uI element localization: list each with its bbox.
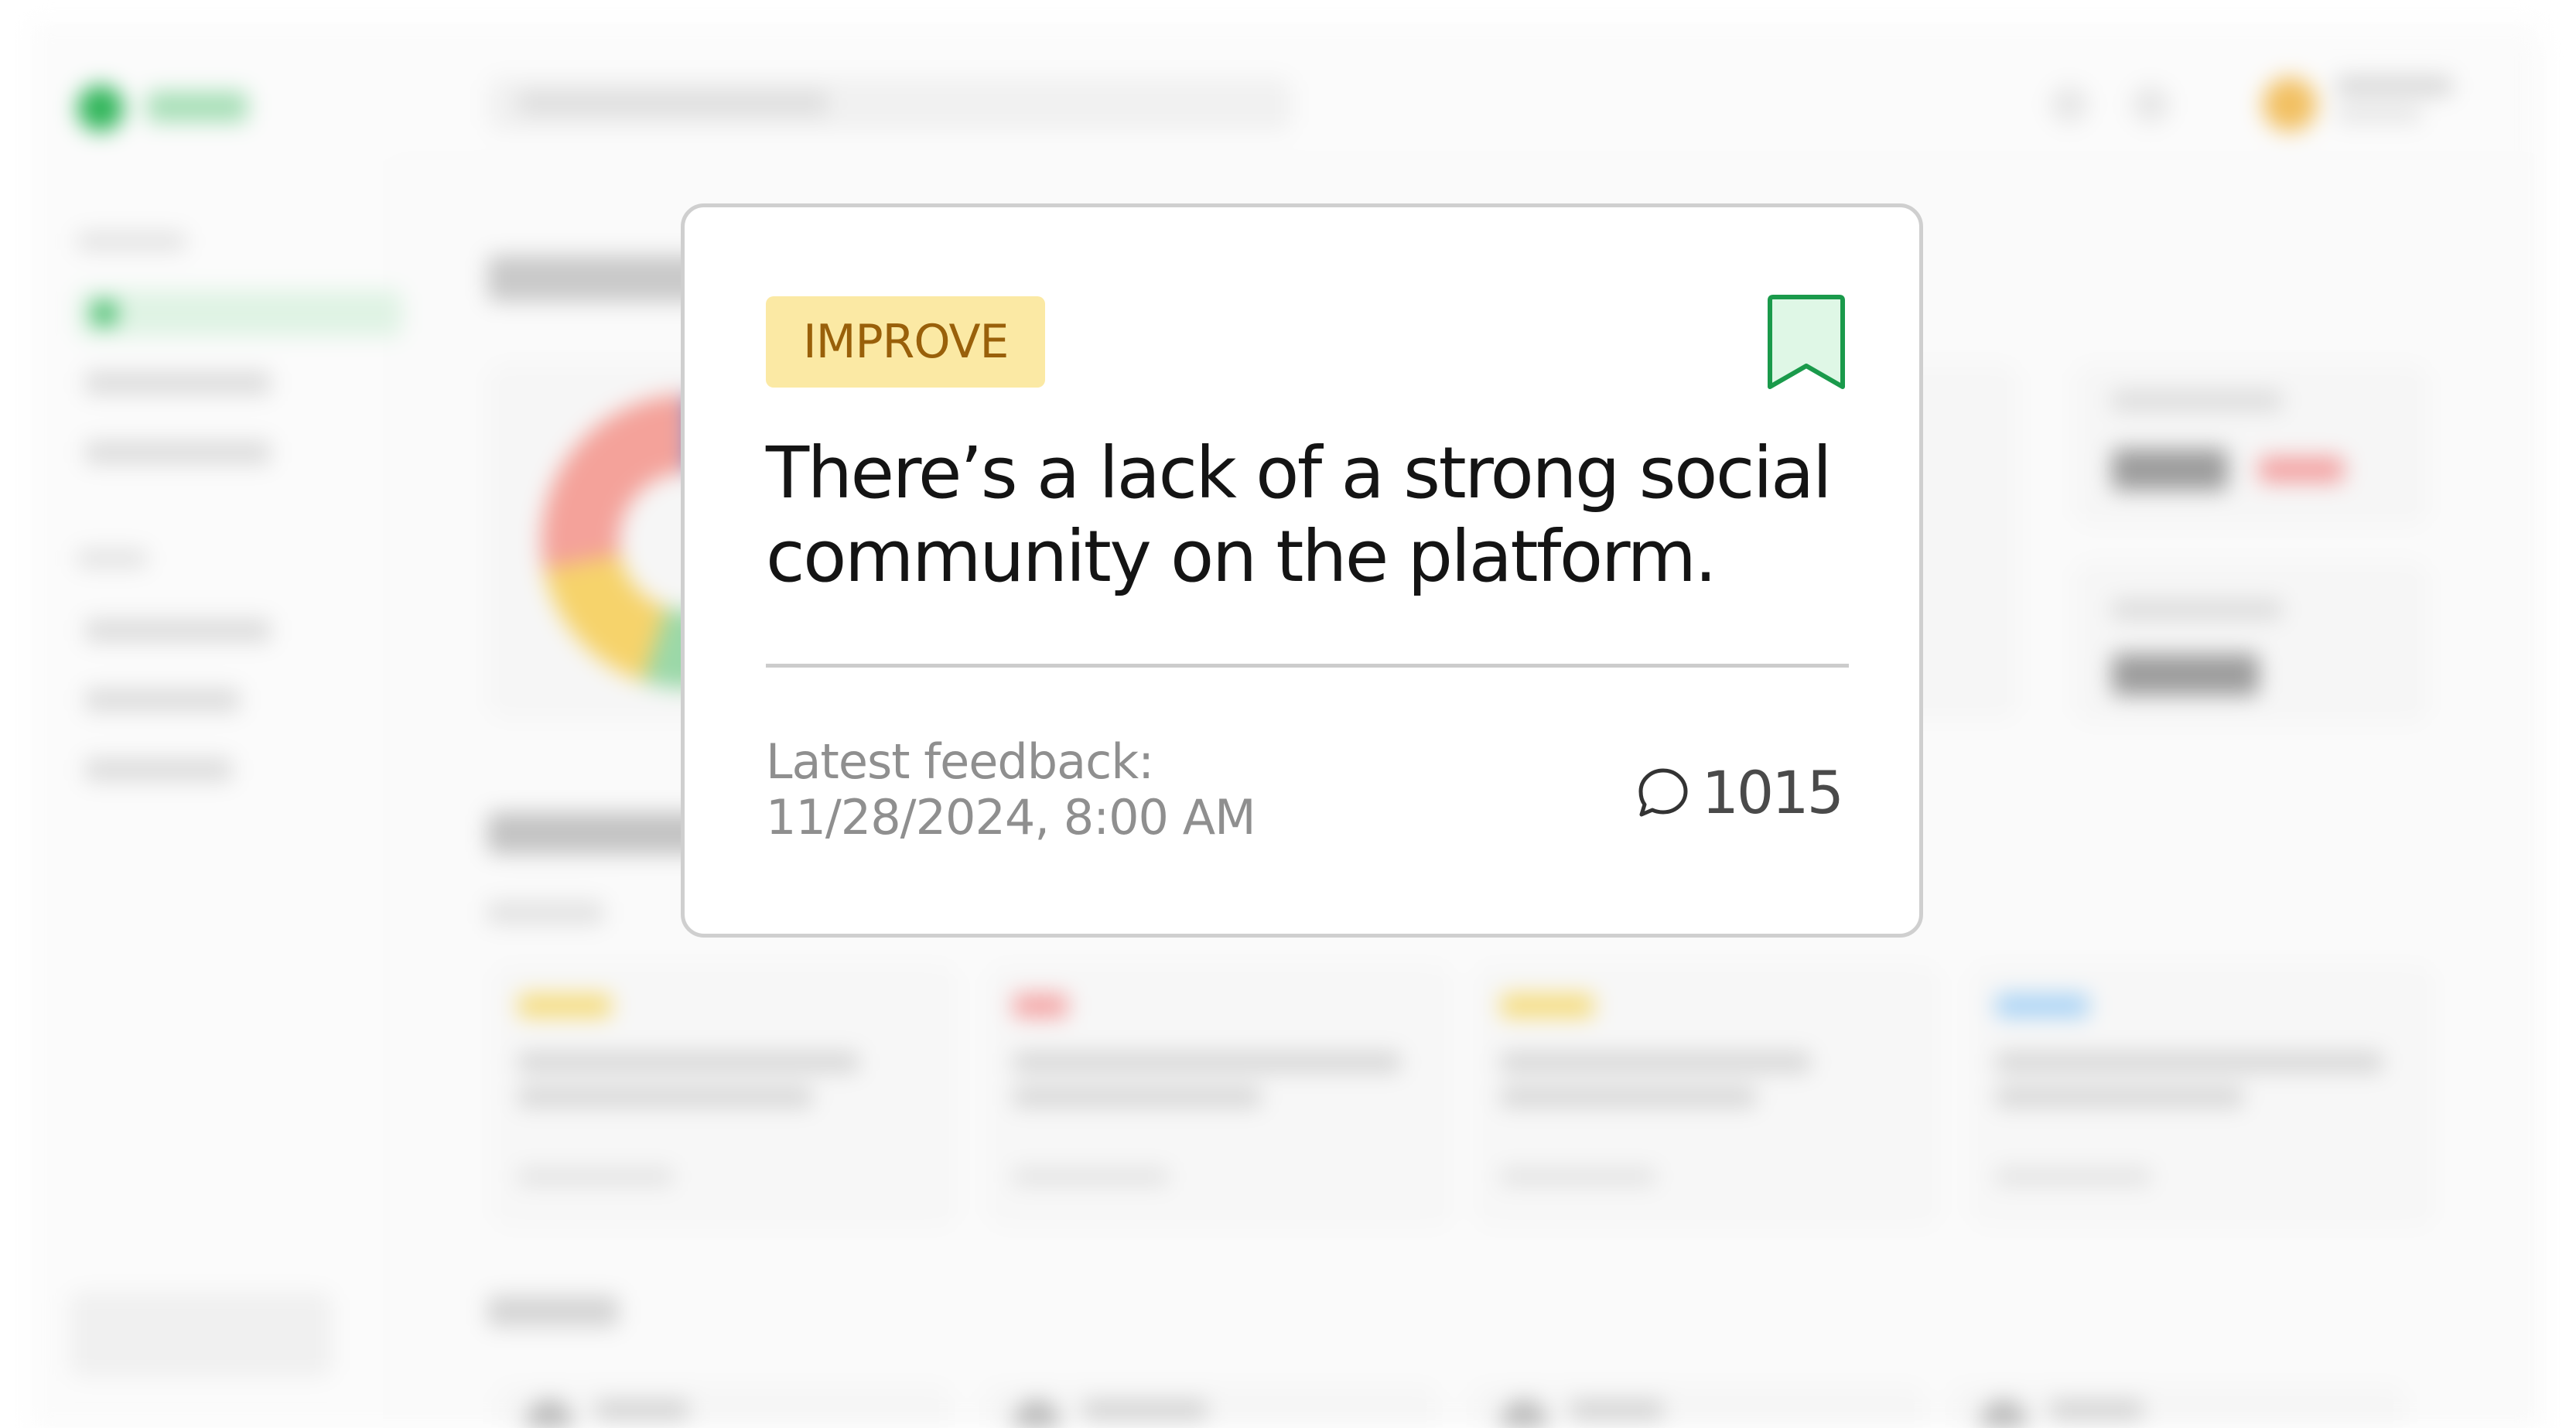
sidebar-active-icon: [93, 302, 116, 325]
insight-footer: [1013, 1168, 1168, 1185]
sidebar-item: [85, 441, 271, 464]
notification-icon: [2050, 85, 2089, 124]
insight-title: [1996, 1087, 2243, 1107]
insight-title: There’s a lack of a strong social commun…: [766, 432, 1832, 598]
category-tag: IMPROVE: [766, 296, 1046, 388]
stat-card: [2073, 561, 2429, 723]
person-name: [1083, 1400, 1207, 1420]
insight-title: [1996, 1052, 2383, 1072]
people-section-title: [487, 1296, 619, 1327]
sidebar-item: [85, 371, 271, 395]
app-logo-text: [147, 91, 248, 122]
sidebar-account-box: [70, 1292, 333, 1377]
insight-tag: [1501, 994, 1594, 1017]
divider: [766, 664, 1849, 668]
stat-label: [2112, 391, 2282, 411]
insight-title: [1013, 1052, 1400, 1072]
search-placeholder: [518, 91, 828, 114]
sidebar-item: [85, 688, 240, 712]
app-logo-icon: [77, 85, 124, 132]
latest-feedback-label: Latest feedback:: [766, 733, 1154, 790]
insight-tag: [1013, 994, 1068, 1017]
stat-value: [2112, 654, 2259, 695]
insight-tag: [518, 994, 611, 1017]
comment-count-value: 1015: [1701, 758, 1844, 827]
insight-tag: [1996, 994, 2089, 1017]
stat-change-badge: [2259, 456, 2344, 483]
insight-footer: [1501, 1168, 1655, 1185]
settings-icon: [2131, 85, 2170, 124]
comment-count[interactable]: 1015: [1635, 758, 1844, 827]
insight-title: [518, 1087, 812, 1107]
user-avatar: [2263, 77, 2317, 132]
latest-feedback-timestamp: 11/28/2024, 8:00 AM: [766, 789, 1256, 846]
bookmark-icon[interactable]: [1764, 292, 1849, 393]
stat-card: [2073, 364, 2429, 526]
sidebar-section-heading: [77, 549, 147, 568]
stat-label: [2112, 600, 2282, 620]
sidebar-section-heading: [77, 232, 186, 251]
user-name: [2336, 76, 2452, 96]
person-name: [1570, 1400, 1663, 1420]
sidebar-item: [85, 619, 271, 642]
insight-detail-card[interactable]: IMPROVE There’s a lack of a strong socia…: [681, 203, 1923, 938]
comment-bubble-icon: [1638, 768, 1688, 816]
insight-title: [1501, 1087, 1756, 1107]
insight-footer: [518, 1168, 673, 1185]
sidebar-item: [85, 758, 232, 781]
insight-title: [518, 1052, 859, 1072]
sidebar-item-active: [77, 290, 402, 337]
person-name: [596, 1400, 688, 1420]
stat-value: [2112, 449, 2228, 490]
user-role: [2336, 107, 2421, 122]
recent-section-subtitle: [487, 901, 603, 924]
insight-title: [1013, 1087, 1261, 1107]
insight-footer: [1996, 1168, 2151, 1185]
insight-title: [1501, 1052, 1810, 1072]
sidebar: [31, 162, 396, 1428]
person-name: [2050, 1400, 2143, 1420]
